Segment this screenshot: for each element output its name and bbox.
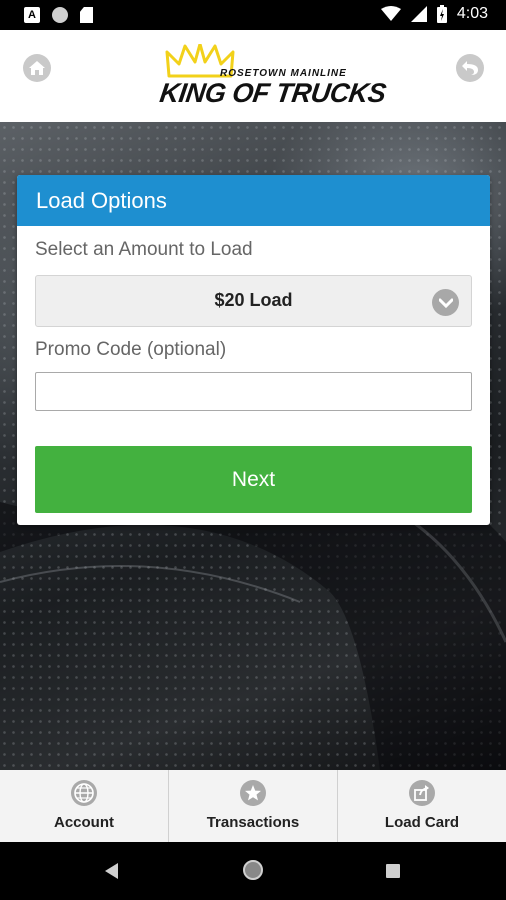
amount-label: Select an Amount to Load bbox=[35, 239, 253, 260]
amount-select[interactable]: $20 Load bbox=[35, 275, 472, 327]
back-button[interactable] bbox=[456, 54, 484, 82]
system-back-icon[interactable] bbox=[105, 863, 119, 879]
chevron-down-icon bbox=[432, 289, 459, 316]
globe-icon bbox=[71, 780, 97, 806]
system-home-icon[interactable] bbox=[243, 860, 263, 880]
next-button[interactable]: Next bbox=[35, 446, 472, 513]
signal-icon bbox=[410, 6, 427, 22]
load-options-card: Load Options Select an Amount to Load $2… bbox=[17, 175, 490, 525]
promo-label: Promo Code (optional) bbox=[35, 339, 227, 360]
amount-selected-value: $20 Load bbox=[214, 290, 293, 310]
nav-load-card[interactable]: Load Card bbox=[338, 770, 506, 842]
nav-account-label: Account bbox=[54, 814, 114, 831]
logo-name: KING OF TRUCKS bbox=[157, 78, 388, 108]
notification-a-icon: A bbox=[24, 7, 40, 23]
star-icon bbox=[240, 780, 266, 806]
home-icon bbox=[29, 61, 45, 75]
system-recents-icon[interactable] bbox=[386, 864, 400, 878]
nav-transactions[interactable]: Transactions bbox=[169, 770, 338, 842]
app-header: ROSETOWN MAINLINE KING OF TRUCKS bbox=[0, 30, 506, 122]
clock-time: 4:03 bbox=[456, 5, 488, 22]
battery-icon bbox=[436, 5, 447, 23]
home-button[interactable] bbox=[23, 54, 51, 82]
nav-load-card-label: Load Card bbox=[384, 814, 460, 831]
promo-code-input[interactable] bbox=[35, 372, 472, 411]
sd-card-icon bbox=[80, 7, 93, 23]
wifi-icon bbox=[380, 6, 401, 21]
share-icon bbox=[409, 780, 435, 806]
nav-transactions-label: Transactions bbox=[206, 814, 300, 831]
nav-account[interactable]: Account bbox=[0, 770, 169, 842]
king-of-trucks-logo: ROSETOWN MAINLINE KING OF TRUCKS bbox=[158, 44, 388, 110]
system-nav-bar bbox=[0, 842, 506, 900]
notification-circle-icon bbox=[52, 7, 68, 23]
back-icon bbox=[462, 61, 478, 75]
card-title: Load Options bbox=[17, 175, 490, 226]
status-bar: A 4:03 bbox=[0, 0, 506, 30]
bottom-nav: Account Transactions Load Card bbox=[0, 770, 506, 842]
